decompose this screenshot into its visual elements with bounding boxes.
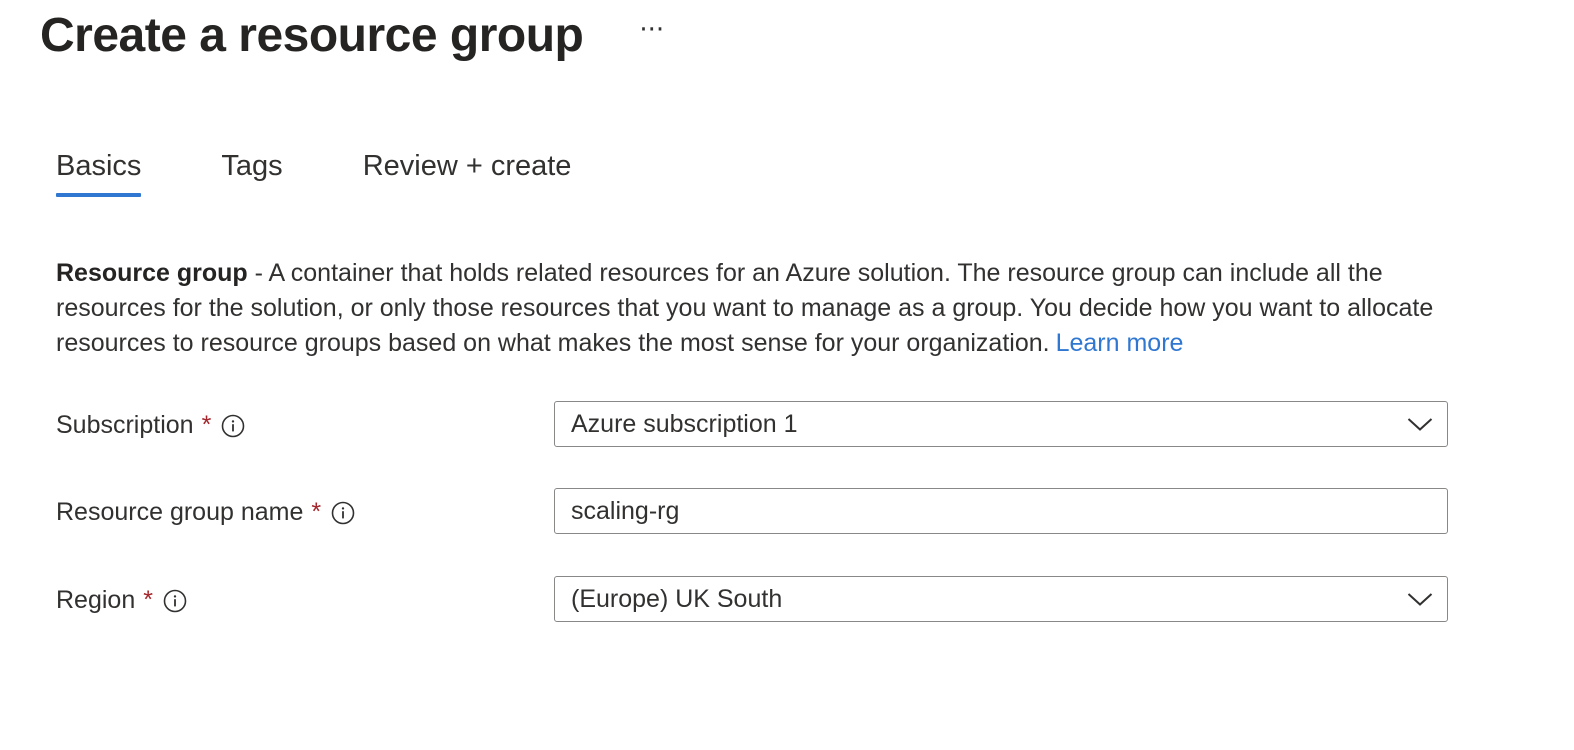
- chevron-down-icon: [1407, 591, 1433, 607]
- subscription-dropdown[interactable]: Azure subscription 1: [554, 401, 1448, 447]
- subscription-label-group: Subscription *: [56, 411, 245, 440]
- required-mark: *: [201, 411, 212, 439]
- tab-basics[interactable]: Basics: [56, 150, 142, 197]
- region-label-group: Region *: [56, 586, 187, 615]
- region-row: Region * (Europe) UK South: [56, 576, 1452, 624]
- resource-group-name-label-group: Resource group name *: [56, 498, 355, 527]
- region-label: Region: [56, 586, 136, 614]
- description-text: - A container that holds related resourc…: [56, 259, 1434, 357]
- subscription-label: Subscription: [56, 411, 194, 439]
- tab-bar: Basics Tags Review + create: [56, 150, 651, 197]
- resource-group-name-input[interactable]: [555, 491, 1431, 531]
- resource-group-name-label: Resource group name: [56, 498, 304, 526]
- subscription-selected-value: Azure subscription 1: [571, 409, 798, 438]
- page-header: Create a resource group ···: [40, 6, 668, 66]
- description-term: Resource group: [56, 259, 248, 287]
- page-title: Create a resource group: [40, 9, 584, 62]
- required-mark: *: [143, 586, 153, 614]
- region-dropdown[interactable]: (Europe) UK South: [554, 576, 1448, 622]
- required-mark: *: [311, 498, 322, 526]
- subscription-row: Subscription * Azure subscription 1: [56, 401, 1452, 449]
- info-icon[interactable]: [221, 414, 245, 438]
- more-options-button[interactable]: ···: [635, 17, 668, 43]
- tab-review-create[interactable]: Review + create: [363, 150, 572, 197]
- learn-more-link[interactable]: Learn more: [1056, 329, 1184, 357]
- resource-group-name-field[interactable]: [554, 488, 1448, 534]
- chevron-down-icon: [1407, 416, 1433, 432]
- info-icon[interactable]: [163, 589, 187, 613]
- region-selected-value: (Europe) UK South: [571, 584, 783, 613]
- resource-group-name-row: Resource group name *: [56, 488, 1452, 536]
- info-icon[interactable]: [331, 501, 355, 525]
- resource-group-description: Resource group - A container that holds …: [56, 256, 1456, 361]
- tab-tags[interactable]: Tags: [221, 150, 282, 197]
